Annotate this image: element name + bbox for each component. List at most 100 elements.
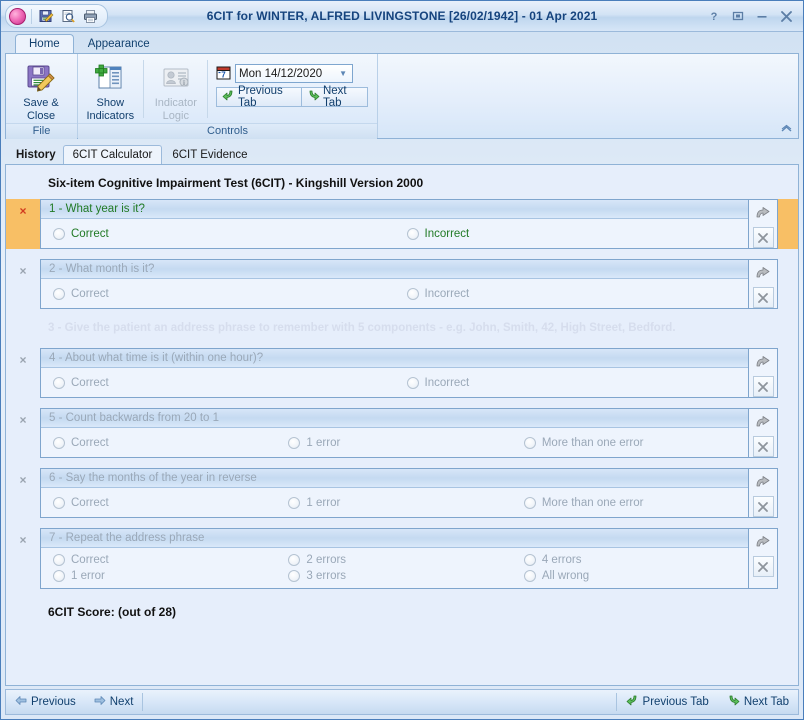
- clear-icon[interactable]: [753, 556, 774, 577]
- arrow-left-icon: [15, 695, 27, 709]
- clear-icon[interactable]: [753, 436, 774, 457]
- next-tab-arrow-icon: [307, 89, 320, 105]
- undo-icon[interactable]: [753, 472, 774, 493]
- footer-previous-tab-button[interactable]: Previous Tab: [617, 690, 718, 714]
- radio-icon[interactable]: [288, 554, 300, 566]
- required-marker: ×: [6, 408, 40, 458]
- footer-next-tab-button[interactable]: Next Tab: [718, 690, 798, 714]
- option-line: Correct Incorrect: [41, 377, 748, 389]
- option-incorrect[interactable]: Incorrect: [395, 228, 749, 240]
- radio-icon[interactable]: [524, 570, 536, 582]
- undo-icon[interactable]: [753, 412, 774, 433]
- tab-6cit-calculator[interactable]: 6CIT Calculator: [63, 145, 163, 164]
- option-one-error[interactable]: 1 error: [276, 497, 511, 509]
- show-indicators-label-line2: Indicators: [86, 110, 134, 123]
- option-label: More than one error: [542, 497, 644, 509]
- radio-icon[interactable]: [524, 497, 536, 509]
- radio-icon[interactable]: [53, 437, 65, 449]
- tab-6cit-evidence[interactable]: 6CIT Evidence: [162, 145, 257, 164]
- app-logo-icon: [9, 8, 26, 25]
- next-tab-button[interactable]: Next Tab: [302, 87, 368, 107]
- date-picker-value: Mon 14/12/2020: [239, 68, 339, 80]
- radio-icon[interactable]: [53, 288, 65, 300]
- question-header: 5 - Count backwards from 20 to 1: [41, 409, 748, 428]
- next-tab-arrow-icon: [727, 694, 740, 710]
- radio-icon[interactable]: [524, 554, 536, 566]
- collapse-ribbon-button[interactable]: [778, 122, 794, 136]
- print-preview-icon[interactable]: [59, 7, 78, 26]
- option-incorrect[interactable]: Incorrect: [395, 288, 749, 300]
- option-correct[interactable]: Correct: [41, 554, 276, 566]
- footer-next-button[interactable]: Next: [85, 690, 143, 714]
- ribbon-tab-appearance[interactable]: Appearance: [74, 34, 164, 53]
- option-correct[interactable]: Correct: [41, 437, 276, 449]
- question-header: 1 - What year is it?: [41, 200, 748, 219]
- question-box: 5 - Count backwards from 20 to 1 Correct…: [40, 408, 778, 458]
- undo-icon[interactable]: [753, 263, 774, 284]
- prev-tab-arrow-icon: [626, 694, 639, 710]
- option-incorrect[interactable]: Incorrect: [395, 377, 749, 389]
- ribbon-group-file-title: File: [6, 123, 77, 139]
- required-marker: ×: [6, 199, 40, 249]
- option-line: Correct 1 error More than one error: [41, 497, 748, 509]
- save-icon[interactable]: [37, 7, 56, 26]
- inner-tab-strip: History 6CIT Calculator 6CIT Evidence: [5, 144, 799, 165]
- save-and-close-button[interactable]: Save & Close: [10, 58, 72, 123]
- question-side-buttons: [749, 259, 778, 309]
- radio-icon[interactable]: [53, 554, 65, 566]
- radio-icon[interactable]: [288, 437, 300, 449]
- score-label: 6CIT Score: (out of 28): [6, 599, 798, 619]
- option-correct[interactable]: Correct: [41, 228, 395, 240]
- radio-icon[interactable]: [407, 288, 419, 300]
- ribbon-tab-strip: Home Appearance: [1, 32, 803, 53]
- option-two-errors[interactable]: 2 errors: [276, 554, 511, 566]
- previous-tab-button[interactable]: Previous Tab: [216, 87, 302, 107]
- footer-previous-button[interactable]: Previous: [6, 690, 85, 714]
- option-more-than-one-error[interactable]: More than one error: [512, 497, 747, 509]
- clear-icon[interactable]: [753, 376, 774, 397]
- page-title: Six-item Cognitive Impairment Test (6CIT…: [6, 165, 798, 199]
- radio-icon[interactable]: [53, 228, 65, 240]
- help-button[interactable]: ?: [707, 9, 721, 23]
- radio-icon[interactable]: [407, 228, 419, 240]
- print-icon[interactable]: [81, 7, 100, 26]
- option-line: Correct Incorrect: [41, 288, 748, 300]
- show-indicators-button[interactable]: Show Indicators: [82, 58, 139, 123]
- calendar-icon: 7: [216, 65, 231, 83]
- date-picker[interactable]: Mon 14/12/2020 ▼: [235, 64, 353, 83]
- restore-button[interactable]: [731, 9, 745, 23]
- indicator-logic-button[interactable]: i Indicator Logic: [148, 58, 205, 123]
- option-correct[interactable]: Correct: [41, 288, 395, 300]
- option-three-errors[interactable]: 3 errors: [276, 570, 511, 582]
- radio-icon[interactable]: [288, 570, 300, 582]
- option-one-error[interactable]: 1 error: [276, 437, 511, 449]
- radio-icon[interactable]: [524, 437, 536, 449]
- clear-icon[interactable]: [753, 227, 774, 248]
- ribbon-tab-home[interactable]: Home: [15, 34, 74, 53]
- minimize-button[interactable]: [755, 9, 769, 23]
- option-correct[interactable]: Correct: [41, 377, 395, 389]
- option-four-errors[interactable]: 4 errors: [512, 554, 747, 566]
- close-button[interactable]: [779, 9, 793, 23]
- option-all-wrong[interactable]: All wrong: [512, 570, 747, 582]
- clear-icon[interactable]: [753, 496, 774, 517]
- radio-icon[interactable]: [407, 377, 419, 389]
- radio-icon[interactable]: [53, 377, 65, 389]
- tab-history[interactable]: History: [9, 145, 63, 164]
- indicator-logic-icon: i: [160, 61, 192, 95]
- radio-icon[interactable]: [288, 497, 300, 509]
- question-header: 6 - Say the months of the year in revers…: [41, 469, 748, 488]
- undo-icon[interactable]: [753, 352, 774, 373]
- option-more-than-one-error[interactable]: More than one error: [512, 437, 747, 449]
- chevron-down-icon[interactable]: ▼: [339, 69, 349, 78]
- option-one-error[interactable]: 1 error: [41, 570, 276, 582]
- radio-icon[interactable]: [53, 570, 65, 582]
- radio-icon[interactable]: [53, 497, 65, 509]
- prev-tab-arrow-icon: [222, 89, 235, 105]
- clear-icon[interactable]: [753, 287, 774, 308]
- show-indicators-icon: [94, 61, 126, 95]
- option-correct[interactable]: Correct: [41, 497, 276, 509]
- question-options: Correct 2 errors 4 errors: [41, 548, 748, 588]
- undo-icon[interactable]: [753, 532, 774, 553]
- undo-icon[interactable]: [753, 203, 774, 224]
